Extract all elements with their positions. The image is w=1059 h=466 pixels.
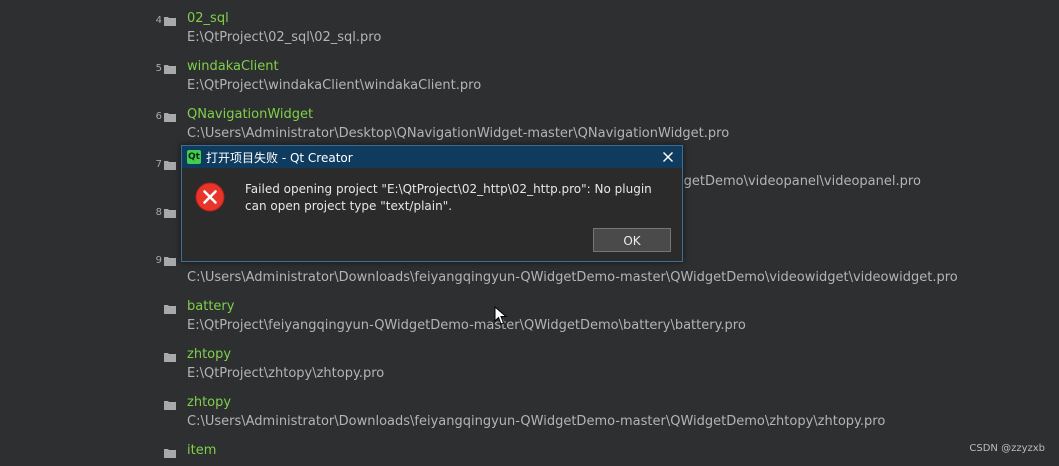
close-icon[interactable] (660, 149, 676, 165)
project-name[interactable]: zhtopy (187, 347, 231, 362)
recent-project-item[interactable]: 4 02_sql E:\QtProject\02_sql\02_sql.pro (150, 11, 1050, 55)
folder-icon (164, 65, 176, 74)
project-index: 5 (155, 63, 162, 74)
project-index: 8 (155, 207, 162, 218)
project-index: 9 (155, 255, 162, 266)
folder-icon (164, 401, 176, 410)
project-name[interactable]: 02_sql (187, 11, 229, 26)
recent-project-item[interactable]: zhtopy C:\Users\Administrator\Downloads\… (150, 395, 1050, 439)
folder-icon (164, 113, 176, 122)
folder-icon (164, 17, 176, 26)
folder-icon (164, 449, 176, 458)
error-icon (195, 182, 225, 212)
project-name[interactable]: zhtopy (187, 395, 231, 410)
dialog-titlebar[interactable]: Qt 打开项目失败 - Qt Creator (182, 146, 682, 168)
project-path: C:\Users\Administrator\Downloads\feiyang… (187, 414, 886, 429)
project-index: 4 (155, 15, 162, 26)
dialog-message: Failed opening project "E:\QtProject\02_… (245, 182, 652, 213)
recent-project-item[interactable]: item (150, 443, 1050, 466)
ok-button[interactable]: OK (593, 228, 671, 252)
project-index: 7 (155, 159, 162, 170)
csdn-watermark: CSDN @zzyzxb (969, 443, 1045, 454)
project-path: lgetDemo\videopanel\videopanel.pro (680, 174, 921, 189)
folder-icon (164, 209, 176, 218)
project-path: E:\QtProject\feiyangqingyun-QWidgetDemo-… (187, 318, 746, 333)
recent-project-item[interactable]: 5 windakaClient E:\QtProject\windakaClie… (150, 59, 1050, 103)
folder-icon (164, 353, 176, 362)
project-path: E:\QtProject\zhtopy\zhtopy.pro (187, 366, 385, 381)
folder-icon (164, 161, 176, 170)
recent-project-item[interactable]: zhtopy E:\QtProject\zhtopy\zhtopy.pro (150, 347, 1050, 391)
project-path: E:\QtProject\windakaClient\windakaClient… (187, 78, 482, 93)
recent-project-item[interactable]: battery E:\QtProject\feiyangqingyun-QWid… (150, 299, 1050, 343)
project-name[interactable]: item (187, 443, 216, 458)
move-cursor-icon (494, 306, 508, 325)
open-project-failed-dialog: Qt 打开项目失败 - Qt Creator Failed opening pr… (181, 145, 683, 262)
project-name[interactable]: battery (187, 299, 234, 314)
welcome-recent-projects: 4 02_sql E:\QtProject\02_sql\02_sql.pro … (0, 0, 1059, 466)
project-index: 6 (155, 111, 162, 122)
project-path: C:\Users\Administrator\Downloads\feiyang… (187, 270, 958, 285)
project-name[interactable]: windakaClient (187, 59, 279, 74)
folder-icon (164, 305, 176, 314)
dialog-title: 打开项目失败 - Qt Creator (206, 151, 353, 165)
project-name[interactable]: QNavigationWidget (187, 107, 313, 122)
project-path: E:\QtProject\02_sql\02_sql.pro (187, 30, 382, 45)
folder-icon (164, 257, 176, 266)
project-path: C:\Users\Administrator\Desktop\QNavigati… (187, 126, 730, 141)
qt-logo-icon: Qt (187, 150, 201, 164)
